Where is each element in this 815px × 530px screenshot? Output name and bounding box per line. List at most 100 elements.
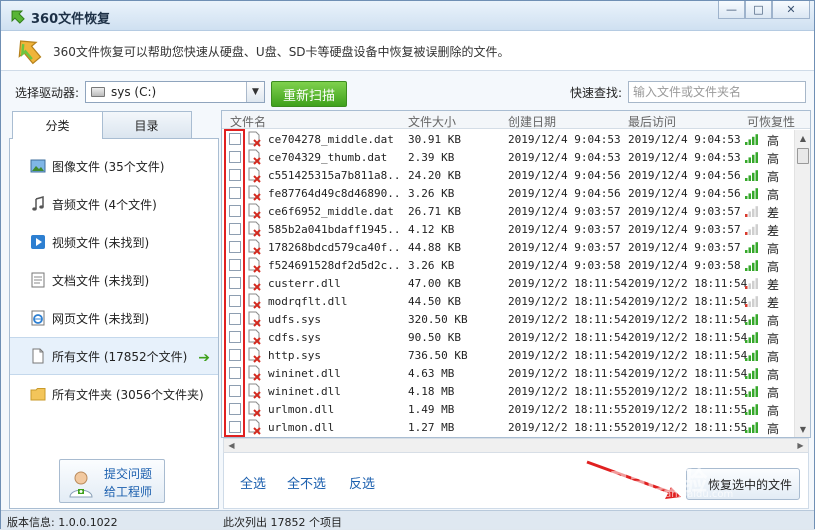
- table-row[interactable]: ce6f6952_middle.dat 26.71 KB 2019/12/4 9:0…: [222, 202, 792, 220]
- scroll-up-icon[interactable]: ▲: [795, 130, 810, 146]
- cell-name: urlmon.dll: [268, 403, 335, 416]
- cell-recoverability: 高: [767, 332, 780, 346]
- scroll-thumb[interactable]: [797, 148, 809, 164]
- column-header-name[interactable]: 文件名: [230, 113, 266, 130]
- chevron-down-icon[interactable]: ▼: [246, 82, 264, 102]
- cell-accessed: 2019/12/4 9:03:57: [628, 205, 741, 218]
- row-checkbox[interactable]: [229, 151, 241, 163]
- cell-created: 2019/12/4 9:03:58: [508, 259, 621, 272]
- tab-directory[interactable]: 目录: [101, 111, 192, 138]
- scroll-left-icon[interactable]: ◀: [224, 439, 239, 452]
- cell-recoverability: 高: [767, 260, 780, 274]
- search-input[interactable]: [628, 81, 806, 103]
- table-row[interactable]: urlmon.dll 1.49 MB 2019/12/2 18:11:55 2019/…: [222, 400, 792, 418]
- category-video[interactable]: 视频文件 (未找到): [10, 223, 218, 261]
- ask-engineer-button[interactable]: 提交问题 给工程师: [59, 459, 165, 503]
- row-checkbox[interactable]: [229, 367, 241, 379]
- title-bar: 360文件恢复 — □ ✕: [1, 1, 814, 31]
- watermark-url: jingyan.baidu.com: [641, 489, 734, 500]
- row-checkbox[interactable]: [229, 385, 241, 397]
- row-checkbox[interactable]: [229, 133, 241, 145]
- drive-value: sys (C:): [111, 85, 157, 99]
- image-icon: [30, 159, 46, 173]
- table-row[interactable]: wininet.dll 4.18 MB 2019/12/2 18:11:55 2019…: [222, 382, 792, 400]
- category-label: 所有文件夹 (3056个文件夹): [52, 387, 204, 402]
- category-images[interactable]: 图像文件 (35个文件): [10, 147, 218, 185]
- row-checkbox[interactable]: [229, 169, 241, 181]
- column-header-created[interactable]: 创建日期: [508, 113, 556, 130]
- table-row[interactable]: fe87764d49c8d46890... 3.26 KB 2019/12/4 9:…: [222, 184, 792, 202]
- signal-bars-icon: [745, 386, 758, 397]
- cell-accessed: 2019/12/4 9:04:56: [628, 187, 741, 200]
- row-checkbox[interactable]: [229, 277, 241, 289]
- main-window: 360文件恢复 — □ ✕ 360文件恢复可以帮助您快速从硬盘、U盘、SD卡等硬…: [0, 0, 815, 529]
- cell-accessed: 2019/12/4 9:04:53: [628, 133, 741, 146]
- row-checkbox[interactable]: [229, 241, 241, 253]
- cell-created: 2019/12/2 18:11:55: [508, 403, 628, 416]
- cell-accessed: 2019/12/2 18:11:55: [628, 421, 748, 434]
- row-checkbox[interactable]: [229, 313, 241, 325]
- table-row[interactable]: modrqflt.dll 44.50 KB 2019/12/2 18:11:54 20…: [222, 292, 792, 310]
- cell-accessed: 2019/12/4 9:04:53: [628, 151, 741, 164]
- row-checkbox[interactable]: [229, 295, 241, 307]
- column-header-size[interactable]: 文件大小: [408, 113, 456, 130]
- cell-accessed: 2019/12/2 18:11:54: [628, 313, 748, 326]
- table-row[interactable]: c551425315a7b811a8... 24.20 KB 2019/12/4 9…: [222, 166, 792, 184]
- category-all-files[interactable]: 所有文件 (17852个文件) ➔: [10, 337, 218, 375]
- minimize-button[interactable]: —: [718, 1, 745, 19]
- cell-size: 44.50 KB: [408, 295, 461, 308]
- select-all-link[interactable]: 全选: [240, 473, 266, 492]
- table-row[interactable]: 585b2a041bdaff1945... 4.12 KB 2019/12/4 9:…: [222, 220, 792, 238]
- table-row[interactable]: custerr.dll 47.00 KB 2019/12/2 18:11:54 201…: [222, 274, 792, 292]
- cell-size: 24.20 KB: [408, 169, 461, 182]
- table-row[interactable]: 178268bdcd579ca40f... 44.88 KB 2019/12/4 9…: [222, 238, 792, 256]
- cell-size: 3.26 KB: [408, 187, 455, 200]
- cell-size: 736.50 KB: [408, 349, 468, 362]
- category-webpages[interactable]: 网页文件 (未找到): [10, 299, 218, 337]
- row-checkbox[interactable]: [229, 223, 241, 235]
- row-checkbox[interactable]: [229, 205, 241, 217]
- row-checkbox[interactable]: [229, 349, 241, 361]
- deleted-file-icon: [248, 401, 261, 417]
- banner-text: 360文件恢复可以帮助您快速从硬盘、U盘、SD卡等硬盘设备中恢复被误删除的文件。: [53, 45, 510, 59]
- category-all-folders[interactable]: 所有文件夹 (3056个文件夹): [10, 375, 218, 413]
- table-row[interactable]: ce704278_middle.dat 30.91 KB 2019/12/4 9:0…: [222, 130, 792, 148]
- column-header-accessed[interactable]: 最后访问: [628, 113, 676, 130]
- scroll-down-icon[interactable]: ▼: [795, 421, 810, 437]
- rescan-button[interactable]: 重新扫描: [271, 81, 347, 107]
- signal-bars-icon: [745, 332, 758, 343]
- vertical-scrollbar[interactable]: ▲ ▼: [794, 130, 810, 437]
- column-header-recoverability[interactable]: 可恢复性: [747, 113, 795, 130]
- cell-size: 44.88 KB: [408, 241, 461, 254]
- cell-name: custerr.dll: [268, 277, 341, 290]
- signal-bars-icon: [745, 350, 758, 361]
- signal-bars-icon: [745, 224, 758, 235]
- row-checkbox[interactable]: [229, 403, 241, 415]
- table-row[interactable]: wininet.dll 4.63 MB 2019/12/2 18:11:54 2019…: [222, 364, 792, 382]
- table-row[interactable]: f524691528df2d5d2c... 3.26 KB 2019/12/4 9:…: [222, 256, 792, 274]
- table-row[interactable]: ce704329_thumb.dat 2.39 KB 2019/12/4 9:04:…: [222, 148, 792, 166]
- row-checkbox[interactable]: [229, 331, 241, 343]
- category-documents[interactable]: 文档文件 (未找到): [10, 261, 218, 299]
- maximize-button[interactable]: □: [745, 1, 772, 19]
- cell-recoverability: 高: [767, 350, 780, 364]
- invert-selection-link[interactable]: 反选: [349, 473, 375, 492]
- cell-size: 320.50 KB: [408, 313, 468, 326]
- select-none-link[interactable]: 全不选: [287, 473, 326, 492]
- scroll-right-icon[interactable]: ▶: [793, 439, 808, 452]
- cell-recoverability: 差: [767, 224, 780, 238]
- table-row[interactable]: udfs.sys 320.50 KB 2019/12/2 18:11:54 2019/…: [222, 310, 792, 328]
- cell-name: modrqflt.dll: [268, 295, 348, 308]
- horizontal-scrollbar[interactable]: ◀ ▶: [223, 438, 809, 453]
- tab-category[interactable]: 分类: [12, 111, 103, 139]
- table-row[interactable]: urlmon.dll 1.27 MB 2019/12/2 18:11:55 2019/…: [222, 418, 792, 436]
- cell-name: http.sys: [268, 349, 321, 362]
- category-audio[interactable]: 音频文件 (4个文件): [10, 185, 218, 223]
- row-checkbox[interactable]: [229, 259, 241, 271]
- drive-select[interactable]: sys (C:) ▼: [85, 81, 265, 103]
- close-button[interactable]: ✕: [772, 1, 810, 19]
- table-row[interactable]: cdfs.sys 90.50 KB 2019/12/2 18:11:54 2019/1…: [222, 328, 792, 346]
- row-checkbox[interactable]: [229, 421, 241, 433]
- table-row[interactable]: http.sys 736.50 KB 2019/12/2 18:11:54 2019/…: [222, 346, 792, 364]
- row-checkbox[interactable]: [229, 187, 241, 199]
